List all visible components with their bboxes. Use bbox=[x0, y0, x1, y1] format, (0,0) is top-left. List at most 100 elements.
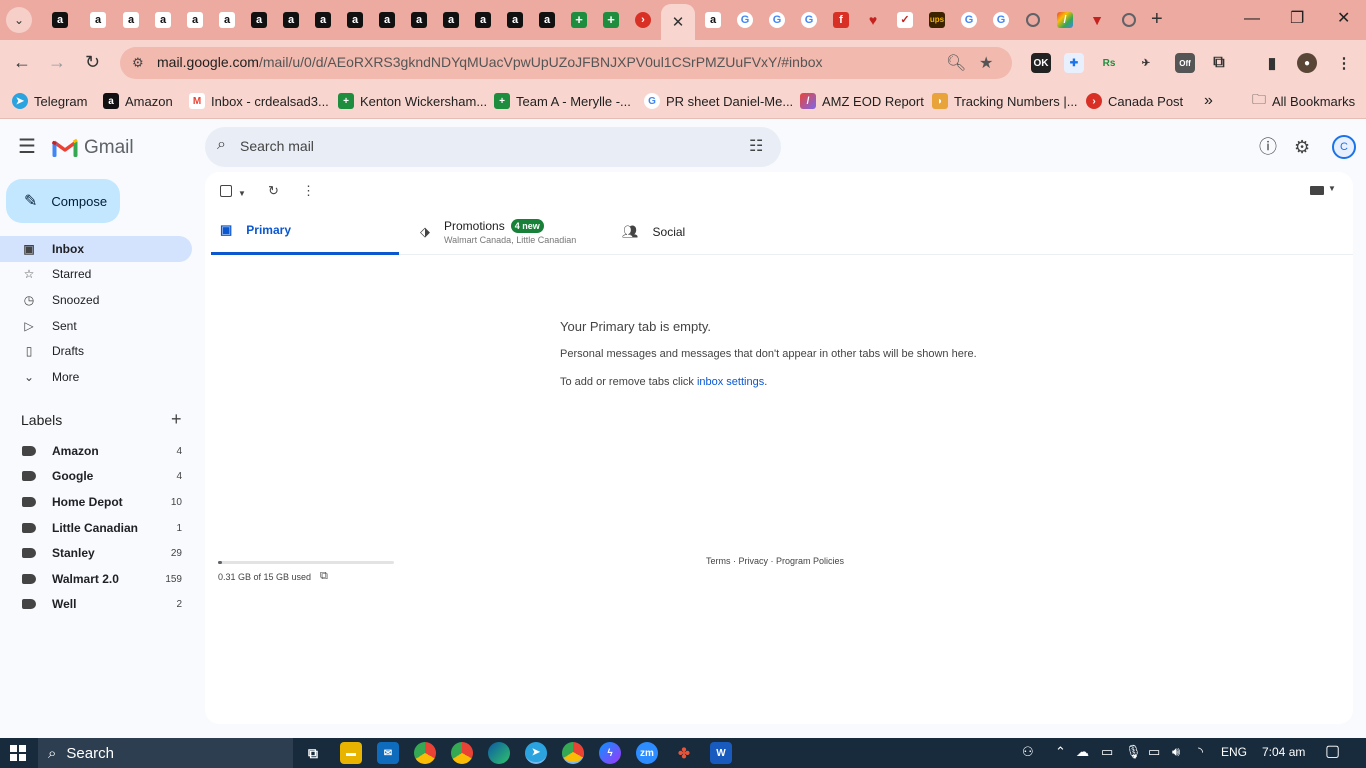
tab-google[interactable]: G bbox=[797, 8, 821, 32]
messenger-icon[interactable]: ϟ bbox=[599, 742, 621, 764]
volume-icon[interactable]: 🔊︎ bbox=[1172, 744, 1180, 760]
tab-amazon[interactable]: a bbox=[279, 8, 303, 32]
windows-start-icon[interactable] bbox=[10, 745, 26, 761]
nav-item-drafts[interactable]: ▯ Drafts bbox=[0, 338, 192, 364]
extension-camera-icon[interactable]: ✈ bbox=[1136, 53, 1156, 73]
account-avatar[interactable]: C bbox=[1332, 135, 1356, 159]
taskbar-search[interactable]: ⌕ Search bbox=[38, 738, 293, 768]
chevron-up-icon[interactable]: ⌃ bbox=[1055, 744, 1066, 760]
bookmark-tracking[interactable]: ◗ Tracking Numbers |... bbox=[932, 92, 1078, 110]
edge-icon[interactable] bbox=[488, 742, 510, 764]
tab-amazon[interactable]: a bbox=[375, 8, 399, 32]
nav-item-starred[interactable]: ☆ Starred bbox=[0, 261, 192, 287]
tab-canada-post[interactable]: › bbox=[631, 8, 655, 32]
new-tab-button[interactable]: + bbox=[1151, 9, 1163, 29]
bookmark-telegram[interactable]: ➤ Telegram bbox=[12, 92, 87, 110]
language-indicator[interactable]: ENG bbox=[1221, 744, 1247, 760]
tab-triangle[interactable]: ▼ bbox=[1085, 8, 1109, 32]
forward-arrow-icon[interactable]: → bbox=[48, 52, 66, 72]
tab-amazon[interactable]: a bbox=[535, 8, 559, 32]
extension-rs-icon[interactable]: Rs bbox=[1099, 53, 1119, 73]
telegram-icon[interactable]: ➤ bbox=[525, 742, 547, 764]
wifi-icon[interactable]: ◝ bbox=[1198, 744, 1203, 760]
file-explorer-icon[interactable]: ▬ bbox=[340, 742, 362, 764]
tab-globe[interactable] bbox=[1117, 8, 1141, 32]
back-arrow-icon[interactable]: ← bbox=[13, 52, 31, 72]
zoom-search-icon[interactable]: 🔍︎ bbox=[946, 53, 966, 73]
people-tray-icon[interactable]: ⚇ bbox=[1022, 744, 1034, 760]
compose-button[interactable]: ✎ Compose bbox=[6, 179, 120, 223]
bookmark-star-icon[interactable]: ★ bbox=[979, 53, 993, 73]
extension-ok-icon[interactable]: OK bbox=[1031, 53, 1051, 73]
label-item[interactable]: Google 4 bbox=[0, 464, 192, 488]
tab-sheets[interactable]: + bbox=[567, 8, 591, 32]
task-view-icon[interactable]: ⧉ bbox=[302, 742, 324, 764]
search-options-icon[interactable]: ☷ bbox=[749, 136, 763, 156]
search-icon[interactable]: ⌕ bbox=[217, 136, 226, 154]
tab-amazon[interactable]: a bbox=[311, 8, 335, 32]
nav-item-sent[interactable]: ▷ Sent bbox=[0, 313, 192, 339]
footer-links[interactable]: Terms · Privacy · Program Policies bbox=[706, 556, 844, 566]
tab-amazon[interactable]: a bbox=[503, 8, 527, 32]
tab-amazon[interactable]: a bbox=[48, 8, 72, 32]
chrome-icon[interactable] bbox=[451, 742, 473, 764]
tab-google[interactable]: G bbox=[733, 8, 757, 32]
search-input[interactable] bbox=[240, 135, 720, 157]
tab-social[interactable]: 👥︎ Social bbox=[622, 208, 685, 255]
tab-amazon[interactable]: a bbox=[151, 8, 175, 32]
battery-icon[interactable]: ▭ bbox=[1148, 744, 1160, 760]
nav-item-snoozed[interactable]: ◷ Snoozed bbox=[0, 287, 192, 313]
label-item[interactable]: Well 2 bbox=[0, 592, 192, 616]
chrome-icon[interactable] bbox=[562, 742, 584, 764]
mail-app-icon[interactable]: ✉ bbox=[377, 742, 399, 764]
tab-amazon[interactable]: a bbox=[86, 8, 110, 32]
close-icon[interactable]: ✕ bbox=[672, 13, 685, 31]
site-info-icon[interactable]: ⚙ bbox=[132, 55, 144, 71]
word-icon[interactable]: W bbox=[710, 742, 732, 764]
tab-amazon[interactable]: a bbox=[701, 8, 725, 32]
nav-item-more[interactable]: ⌄ More bbox=[0, 364, 192, 390]
gmail-logo[interactable]: Gmail bbox=[52, 137, 134, 159]
restore-icon[interactable]: ❐ bbox=[1290, 10, 1304, 28]
tab-gmail-active[interactable]: ✕ bbox=[661, 4, 695, 40]
extension-blue-icon[interactable]: ✚ bbox=[1064, 53, 1084, 73]
bookmark-amz-eod[interactable]: / AMZ EOD Report bbox=[800, 92, 924, 110]
select-all-checkbox[interactable] bbox=[220, 185, 232, 197]
bookmark-canada-post[interactable]: › Canada Post bbox=[1086, 92, 1183, 110]
side-panel-icon[interactable]: ▮ bbox=[1262, 53, 1282, 73]
input-tools-keyboard-icon[interactable] bbox=[1310, 186, 1324, 195]
minimize-icon[interactable]: — bbox=[1244, 10, 1260, 28]
bookmark-team-a[interactable]: + Team A - Merylle -... bbox=[494, 92, 631, 110]
tab-google[interactable]: G bbox=[957, 8, 981, 32]
extension-off-icon[interactable]: Off bbox=[1175, 53, 1195, 73]
label-item[interactable]: Home Depot 10 bbox=[0, 490, 192, 514]
tab-heart[interactable]: ♥ bbox=[861, 8, 885, 32]
url-text[interactable]: mail.google.com/mail/u/0/d/AEoRXRS3gkndN… bbox=[157, 54, 823, 70]
tab-amazon[interactable]: a bbox=[215, 8, 239, 32]
tab-amazon[interactable]: a bbox=[119, 8, 143, 32]
input-tools-dropdown-icon[interactable]: ▼ bbox=[1328, 184, 1336, 193]
bookmarks-overflow-button[interactable]: » bbox=[1204, 92, 1213, 110]
select-dropdown-icon[interactable]: ▼ bbox=[238, 187, 246, 201]
extensions-puzzle-icon[interactable]: ⧉ bbox=[1209, 53, 1229, 73]
open-external-icon[interactable]: ⧉ bbox=[320, 570, 328, 583]
window-close-icon[interactable]: ✕ bbox=[1337, 10, 1350, 28]
inbox-settings-link[interactable]: inbox settings bbox=[697, 376, 764, 388]
tab-google[interactable]: G bbox=[765, 8, 789, 32]
tab-sheets[interactable]: + bbox=[599, 8, 623, 32]
label-item[interactable]: Walmart 2.0 159 bbox=[0, 567, 192, 591]
nav-item-inbox[interactable]: ▣ Inbox bbox=[0, 236, 192, 262]
tab-clickup[interactable]: / bbox=[1053, 8, 1077, 32]
label-item[interactable]: Little Canadian 1 bbox=[0, 516, 192, 540]
bookmark-amazon[interactable]: a Amazon bbox=[103, 92, 173, 110]
profile-avatar[interactable]: ● bbox=[1297, 53, 1317, 73]
bookmark-pr-sheet[interactable]: G PR sheet Daniel-Me... bbox=[644, 92, 793, 110]
tab-search-button[interactable]: ⌄ bbox=[6, 7, 32, 33]
browser-menu-icon[interactable]: ⋮ bbox=[1334, 53, 1354, 73]
microphone-icon[interactable]: 🎙︎ bbox=[1125, 744, 1142, 760]
refresh-icon[interactable]: ↻ bbox=[268, 184, 279, 198]
tab-amazon[interactable]: a bbox=[183, 8, 207, 32]
tab-promotions[interactable]: ⬗ Promotions 4 new Walmart Canada, Littl… bbox=[420, 208, 576, 255]
label-item[interactable]: Amazon 4 bbox=[0, 439, 192, 463]
create-label-icon[interactable]: + bbox=[171, 410, 182, 428]
